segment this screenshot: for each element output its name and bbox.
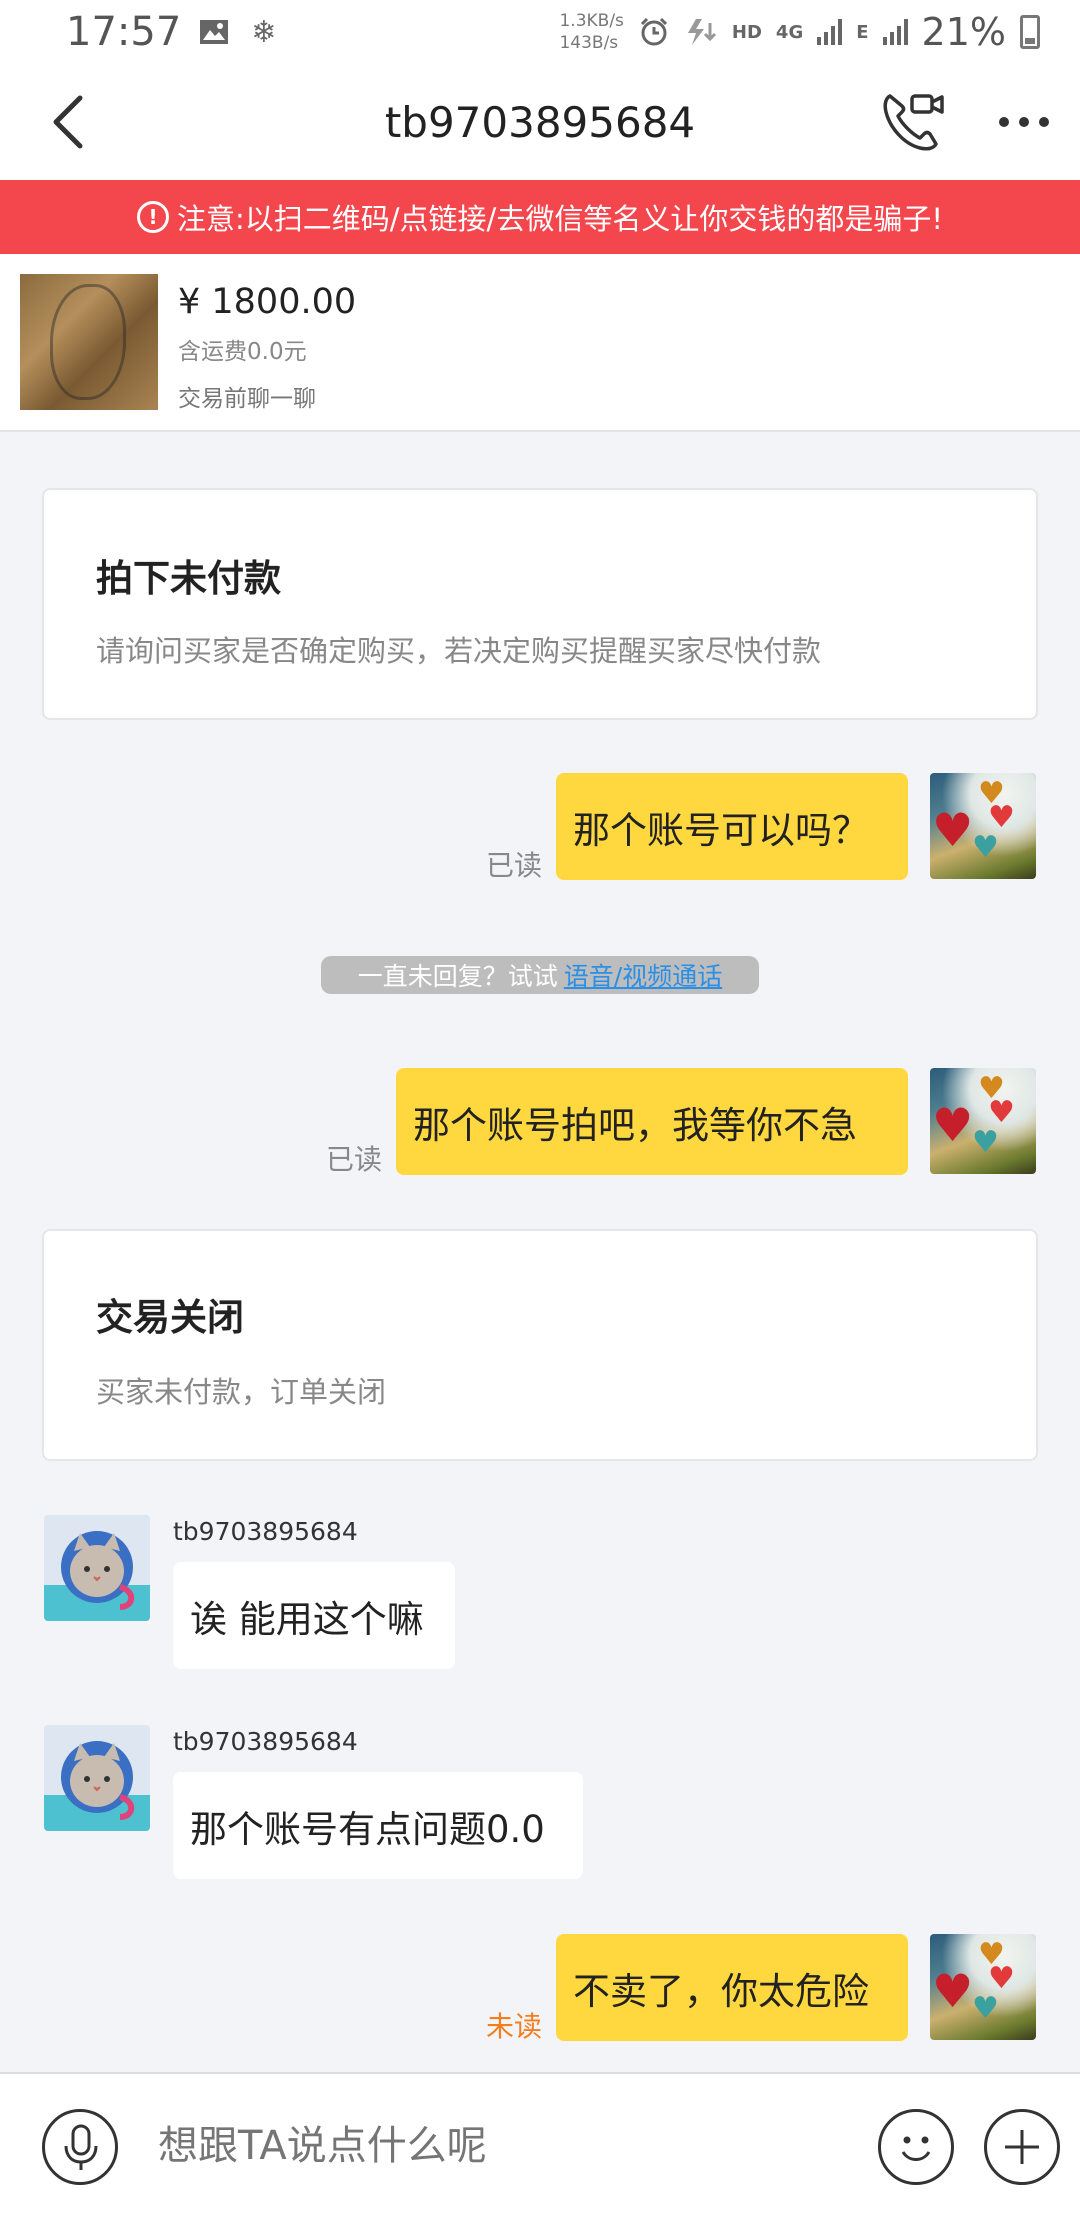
- more-options-icon[interactable]: [996, 114, 1052, 130]
- order-status-card-unpaid[interactable]: 拍下未付款 请询问买家是否确定购买，若决定购买提醒买家尽快付款: [42, 488, 1038, 720]
- message-input[interactable]: [158, 2116, 838, 2176]
- warning-text: 注意:以扫二维码/点链接/去微信等名义让你交钱的都是骗子!: [177, 202, 943, 236]
- signal-icon-2: [882, 19, 908, 45]
- chat-before-trade: 交易前聊一聊: [178, 386, 316, 412]
- fraud-warning-banner: ! 注意:以扫二维码/点链接/去微信等名义让你交钱的都是骗子!: [0, 180, 1080, 254]
- their-message-bubble[interactable]: 那个账号有点问题0.0: [173, 1772, 583, 1879]
- charging-icon: [687, 19, 716, 45]
- card-description: 买家未付款，订单关闭: [96, 1375, 387, 1409]
- my-message-bubble[interactable]: 那个账号拍吧，我等你不急: [396, 1068, 908, 1175]
- tip-text: 一直未回复？试试: [357, 962, 558, 991]
- my-message-bubble[interactable]: 不卖了，你太危险: [556, 1934, 908, 2041]
- my-message-bubble[interactable]: 那个账号可以吗？: [556, 773, 908, 880]
- cat-avatar-icon: [44, 1515, 150, 1621]
- product-thumbnail[interactable]: [20, 274, 158, 410]
- video-call-icon[interactable]: [880, 90, 944, 154]
- call-suggestion-tip: 一直未回复？试试 语音/视频通话: [321, 956, 759, 994]
- net-up-speed: 1.3KB/s: [559, 11, 624, 31]
- shipping-info: 含运费0.0元: [178, 339, 307, 365]
- voice-input-button[interactable]: [42, 2109, 118, 2185]
- sender-name: tb9703895684: [173, 1727, 358, 1756]
- alarm-icon: [640, 17, 667, 46]
- my-avatar[interactable]: ♥ ♥ ♥ ♥: [930, 773, 1036, 879]
- smiley-icon: [901, 2136, 931, 2161]
- net-down-speed: 143B/s: [559, 33, 619, 53]
- their-message-bubble[interactable]: 诶 能用这个嘛: [173, 1562, 455, 1669]
- my-avatar[interactable]: ♥ ♥ ♥ ♥: [930, 1934, 1036, 2040]
- status-time: 17:57: [66, 9, 182, 55]
- card-title: 拍下未付款: [96, 557, 281, 600]
- network-4g: 4G: [775, 21, 804, 43]
- message-input-bar: [0, 2072, 1080, 2220]
- network-e: E: [856, 21, 869, 43]
- cat-avatar-icon: [44, 1725, 150, 1831]
- seller-avatar[interactable]: [44, 1515, 150, 1621]
- battery-percent: 21%: [921, 10, 1006, 54]
- read-status: 已读: [486, 849, 543, 882]
- voice-video-call-link[interactable]: 语音/视频通话: [564, 957, 722, 993]
- status-bar: 17:57 ❄ 1.3KB/s 143B/s HD 4G E 21%: [0, 0, 1080, 64]
- emoji-button[interactable]: [878, 2109, 954, 2185]
- seller-avatar[interactable]: [44, 1725, 150, 1831]
- more-actions-button[interactable]: [984, 2109, 1060, 2185]
- order-status-card-closed[interactable]: 交易关闭 买家未付款，订单关闭: [42, 1229, 1038, 1461]
- unread-status: 未读: [486, 2010, 543, 2043]
- card-title: 交易关闭: [96, 1296, 244, 1339]
- my-avatar[interactable]: ♥ ♥ ♥ ♥: [930, 1068, 1036, 1174]
- chat-header: tb9703895684: [0, 64, 1080, 180]
- plus-icon: [1005, 2130, 1039, 2164]
- snowflake-icon: ❄: [251, 14, 277, 50]
- hd-indicator: HD: [731, 21, 762, 43]
- sender-name: tb9703895684: [173, 1517, 358, 1546]
- card-description: 请询问买家是否确定购买，若决定购买提醒买家尽快付款: [96, 634, 822, 668]
- read-status: 已读: [326, 1143, 383, 1176]
- product-price: ¥ 1800.00: [178, 282, 357, 322]
- product-summary[interactable]: ¥ 1800.00 含运费0.0元 交易前聊一聊: [0, 254, 1080, 432]
- network-speed: 1.3KB/s 143B/s: [559, 10, 623, 54]
- image-icon: [200, 20, 229, 44]
- signal-icon: [817, 19, 843, 45]
- warning-icon: !: [137, 201, 170, 233]
- microphone-icon: [64, 2124, 98, 2170]
- battery-icon: [1020, 15, 1040, 49]
